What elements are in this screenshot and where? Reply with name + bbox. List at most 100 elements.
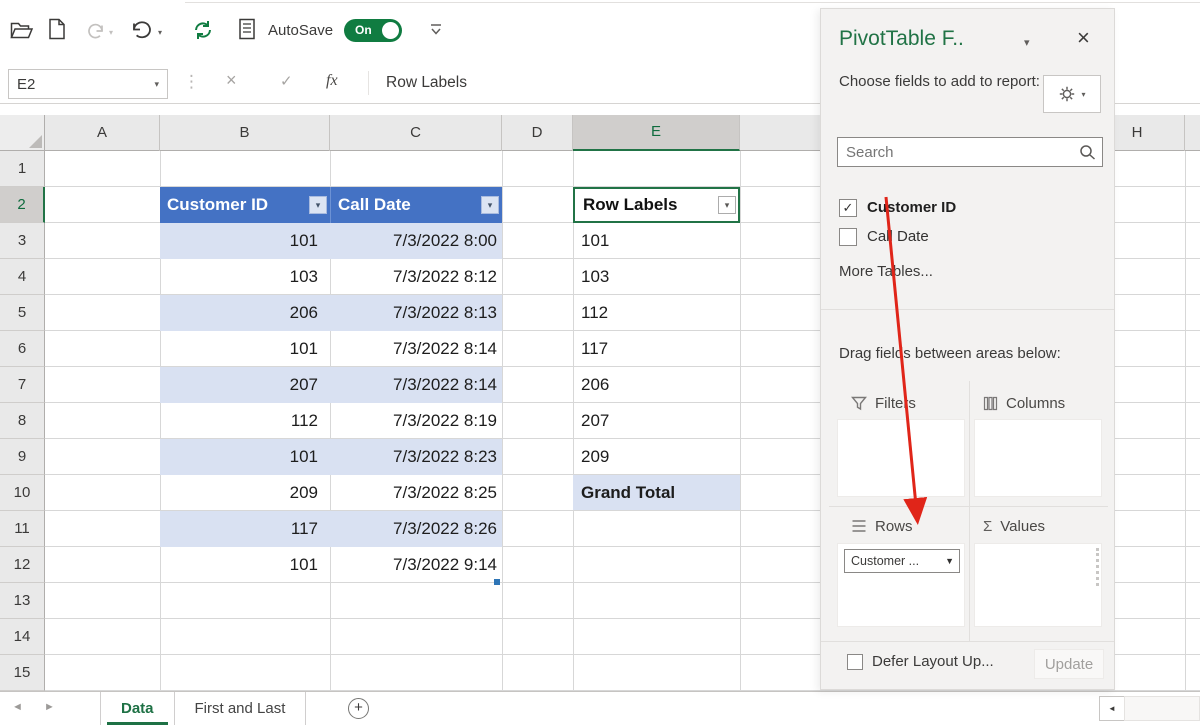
cell-customer-id[interactable]: 101 bbox=[160, 331, 330, 367]
cell-call-date[interactable]: 7/3/2022 8:14 bbox=[330, 331, 502, 367]
pivot-row-label[interactable]: 112 bbox=[573, 295, 740, 331]
redo-icon[interactable] bbox=[86, 22, 106, 45]
column-header-C[interactable]: C bbox=[330, 115, 502, 151]
update-button[interactable]: Update bbox=[1034, 649, 1104, 679]
pivot-grand-total[interactable]: Grand Total bbox=[573, 475, 740, 511]
undo-icon[interactable] bbox=[130, 20, 154, 46]
filter-dropdown-button[interactable]: ▾ bbox=[718, 196, 736, 214]
cell-customer-id[interactable]: 103 bbox=[160, 259, 330, 295]
checkbox-unchecked[interactable] bbox=[839, 228, 857, 246]
chevron-down-icon[interactable]: ▼ bbox=[945, 556, 959, 566]
row-header-15[interactable]: 15 bbox=[0, 655, 45, 691]
row-header-12[interactable]: 12 bbox=[0, 547, 45, 583]
refresh-icon[interactable] bbox=[192, 19, 214, 46]
pivot-header-cell[interactable]: Row Labels▾ bbox=[573, 187, 740, 223]
rows-dropzone[interactable]: Customer ... ▼ bbox=[837, 543, 965, 627]
field-item-customer-id[interactable]: ✓Customer ID bbox=[839, 193, 1089, 222]
cell-customer-id[interactable]: 207 bbox=[160, 367, 330, 403]
cell-customer-id[interactable]: 206 bbox=[160, 295, 330, 331]
field-item-call-date[interactable]: Call Date bbox=[839, 222, 1089, 251]
row-header-11[interactable]: 11 bbox=[0, 511, 45, 547]
row-header-8[interactable]: 8 bbox=[0, 403, 45, 439]
autosave-toggle[interactable]: On bbox=[344, 19, 402, 42]
column-header-B[interactable]: B bbox=[160, 115, 330, 151]
tab-scroll-right-icon[interactable]: ► bbox=[44, 701, 55, 713]
cell-call-date[interactable]: 7/3/2022 8:25 bbox=[330, 475, 502, 511]
enter-icon[interactable]: ✓ bbox=[280, 72, 293, 90]
values-dropzone[interactable] bbox=[974, 543, 1102, 627]
table-resize-handle[interactable] bbox=[494, 579, 500, 585]
chevron-down-icon: ▾ bbox=[1081, 90, 1085, 99]
column-header-A[interactable]: A bbox=[45, 115, 160, 151]
row-header-10[interactable]: 10 bbox=[0, 475, 45, 511]
rows-label: Rows bbox=[875, 518, 913, 535]
insert-function-icon[interactable]: fx bbox=[326, 72, 338, 90]
hscroll-left-button[interactable]: ◄ bbox=[1099, 696, 1125, 721]
cell-call-date[interactable]: 7/3/2022 8:19 bbox=[330, 403, 502, 439]
formula-content[interactable]: Row Labels bbox=[386, 62, 467, 103]
more-tables-link[interactable]: More Tables... bbox=[839, 263, 933, 280]
cell-customer-id[interactable]: 209 bbox=[160, 475, 330, 511]
row-header-7[interactable]: 7 bbox=[0, 367, 45, 403]
search-input[interactable] bbox=[838, 144, 1078, 161]
cancel-icon[interactable]: × bbox=[226, 70, 237, 91]
pivot-row-label[interactable]: 103 bbox=[573, 259, 740, 295]
name-box-value: E2 bbox=[9, 76, 35, 93]
open-file-icon[interactable] bbox=[10, 20, 34, 45]
checkbox-unchecked[interactable] bbox=[847, 654, 863, 670]
tools-button[interactable]: ▾ bbox=[1043, 75, 1101, 113]
rows-field-chip[interactable]: Customer ... ▼ bbox=[844, 549, 960, 573]
pivot-row-label[interactable]: 209 bbox=[573, 439, 740, 475]
new-file-icon[interactable] bbox=[48, 18, 66, 45]
pivot-row-label[interactable]: 101 bbox=[573, 223, 740, 259]
row-header-13[interactable]: 13 bbox=[0, 583, 45, 619]
document-preview-icon[interactable] bbox=[238, 18, 256, 45]
close-icon[interactable]: × bbox=[1077, 25, 1090, 51]
row-header-9[interactable]: 9 bbox=[0, 439, 45, 475]
cell-call-date[interactable]: 7/3/2022 8:23 bbox=[330, 439, 502, 475]
cell-customer-id[interactable]: 112 bbox=[160, 403, 330, 439]
cell-call-date[interactable]: 7/3/2022 9:14 bbox=[330, 547, 502, 583]
row-header-4[interactable]: 4 bbox=[0, 259, 45, 295]
cell-customer-id[interactable]: 101 bbox=[160, 223, 330, 259]
columns-dropzone[interactable] bbox=[974, 419, 1102, 497]
sheet-tab-data[interactable]: Data bbox=[101, 692, 175, 725]
cell-call-date[interactable]: 7/3/2022 8:00 bbox=[330, 223, 502, 259]
cell-customer-id[interactable]: 101 bbox=[160, 547, 330, 583]
chevron-down-icon[interactable]: ▾ bbox=[109, 28, 113, 37]
chevron-down-icon[interactable]: ▾ bbox=[154, 79, 167, 90]
customize-toolbar-icon[interactable] bbox=[428, 22, 444, 43]
add-sheet-button[interactable]: + bbox=[348, 698, 369, 719]
cell-call-date[interactable]: 7/3/2022 8:26 bbox=[330, 511, 502, 547]
cell-customer-id[interactable]: 101 bbox=[160, 439, 330, 475]
row-header-6[interactable]: 6 bbox=[0, 331, 45, 367]
name-box[interactable]: E2 ▾ bbox=[8, 69, 168, 99]
pivot-row-label[interactable]: 117 bbox=[573, 331, 740, 367]
tab-scroll-left-icon[interactable]: ◄ bbox=[12, 701, 23, 713]
row-header-2[interactable]: 2 bbox=[0, 187, 45, 223]
column-header-E[interactable]: E bbox=[573, 115, 740, 151]
cell-call-date[interactable]: 7/3/2022 8:13 bbox=[330, 295, 502, 331]
checkbox-checked[interactable]: ✓ bbox=[839, 199, 857, 217]
cell-call-date[interactable]: 7/3/2022 8:14 bbox=[330, 367, 502, 403]
hscroll-track[interactable] bbox=[1124, 696, 1200, 721]
filter-dropdown-button[interactable]: ▾ bbox=[309, 196, 327, 214]
filters-dropzone[interactable] bbox=[837, 419, 965, 497]
pivot-row-label[interactable]: 206 bbox=[573, 367, 740, 403]
sheet-tab-first-and-last[interactable]: First and Last bbox=[175, 692, 307, 725]
row-header-1[interactable]: 1 bbox=[0, 151, 45, 187]
select-all-corner[interactable] bbox=[0, 115, 45, 151]
filter-dropdown-button[interactable]: ▾ bbox=[481, 196, 499, 214]
row-header-5[interactable]: 5 bbox=[0, 295, 45, 331]
chevron-down-icon[interactable]: ▾ bbox=[1024, 36, 1030, 49]
row-header-3[interactable]: 3 bbox=[0, 223, 45, 259]
chevron-down-icon[interactable]: ▾ bbox=[158, 28, 162, 37]
drag-handle-icon[interactable]: ⋮ bbox=[183, 72, 200, 92]
gear-icon bbox=[1058, 85, 1076, 103]
values-label: Values bbox=[1000, 518, 1045, 535]
cell-call-date[interactable]: 7/3/2022 8:12 bbox=[330, 259, 502, 295]
row-header-14[interactable]: 14 bbox=[0, 619, 45, 655]
pivot-row-label[interactable]: 207 bbox=[573, 403, 740, 439]
cell-customer-id[interactable]: 117 bbox=[160, 511, 330, 547]
column-header-D[interactable]: D bbox=[502, 115, 573, 151]
